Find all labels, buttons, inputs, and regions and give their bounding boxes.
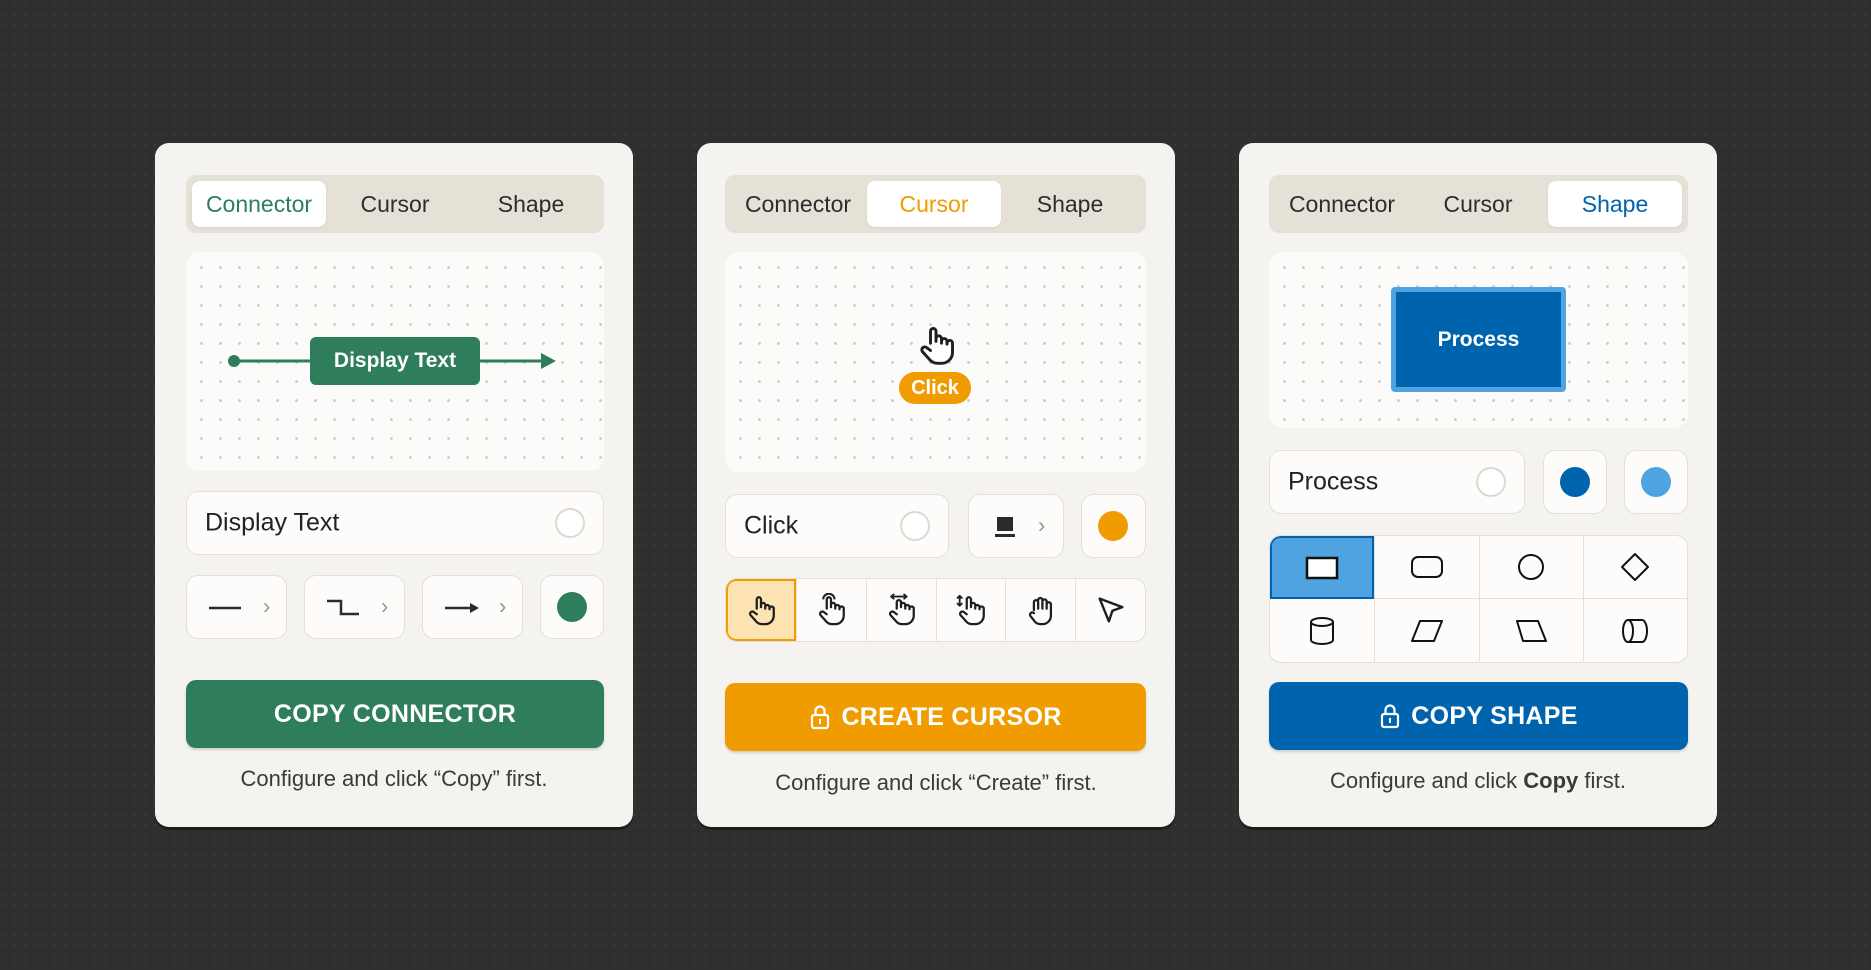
tab-shape[interactable]: Shape <box>1003 181 1137 227</box>
diamond-icon <box>1621 553 1650 581</box>
shape-text-field[interactable]: Process <box>1269 450 1525 514</box>
trapezoid-icon <box>1516 619 1548 642</box>
shape-label-preview: Process <box>1391 287 1566 392</box>
shape-cylinder[interactable] <box>1270 599 1374 662</box>
circle-icon <box>1518 554 1545 580</box>
tooltip-style-icon <box>995 517 1015 537</box>
mode-tabs: Connector Cursor Shape <box>1269 175 1688 233</box>
cursor-preview: Click <box>725 252 1146 472</box>
cursor-text-value: Click <box>744 511 799 540</box>
connector-label-preview: Display Text <box>310 337 480 385</box>
shape-horizontal-cylinder[interactable] <box>1582 599 1687 662</box>
cursor-type-picker <box>725 578 1146 642</box>
cursor-label-preview: Click <box>899 372 971 404</box>
copy-shape-label: COPY SHAPE <box>1411 701 1578 730</box>
horizontal-cylinder-icon <box>1622 618 1649 643</box>
label-style-select[interactable]: › <box>968 494 1064 558</box>
tab-cursor[interactable]: Cursor <box>867 181 1001 227</box>
connector-color-picker[interactable] <box>540 575 604 639</box>
pointer-hand-icon <box>748 596 775 626</box>
cursor-type-arrow[interactable] <box>1075 579 1145 641</box>
tab-connector[interactable]: Connector <box>192 181 326 227</box>
tab-cursor[interactable]: Cursor <box>1411 181 1545 227</box>
cursor-type-grab[interactable] <box>1005 579 1075 641</box>
hint-prefix: Configure and click <box>1330 768 1524 793</box>
swipe-hand-icon <box>889 593 915 626</box>
cursor-type-swipe[interactable] <box>865 579 936 641</box>
create-cursor-button[interactable]: CREATE CURSOR <box>725 683 1146 751</box>
chevron-right-icon: › <box>499 593 507 619</box>
text-color-toggle[interactable] <box>900 511 930 541</box>
shape-diamond[interactable] <box>1582 536 1687 599</box>
shape-type-picker <box>1269 535 1688 663</box>
arrow-cursor-icon <box>1098 597 1124 623</box>
rectangle-icon <box>1305 556 1339 579</box>
hint-suffix: first. <box>1578 768 1626 793</box>
fill-color-picker[interactable] <box>1543 450 1607 514</box>
grab-hand-icon <box>1028 596 1052 626</box>
connector-card: Connector Cursor Shape Display Text Disp… <box>155 143 633 827</box>
lock-icon <box>811 705 830 730</box>
mode-tabs: Connector Cursor Shape <box>186 175 604 233</box>
connector-text-field[interactable]: Display Text <box>186 491 604 555</box>
connector-hint: Configure and click “Copy” first. <box>240 766 548 791</box>
tab-cursor[interactable]: Cursor <box>328 181 462 227</box>
mode-tabs: Connector Cursor Shape <box>725 175 1146 233</box>
border-color-swatch <box>1641 467 1671 497</box>
tab-connector[interactable]: Connector <box>731 181 865 227</box>
cursor-type-pointer[interactable] <box>726 579 796 641</box>
cursor-color-picker[interactable] <box>1081 494 1146 558</box>
parallelogram-icon <box>1410 619 1443 642</box>
chevron-right-icon: › <box>1038 512 1046 538</box>
line-style-arrow[interactable]: › <box>422 575 523 639</box>
cursor-hint: Configure and click “Create” first. <box>775 770 1097 795</box>
color-swatch <box>557 592 587 622</box>
rounded-rectangle-icon <box>1410 556 1443 578</box>
copy-connector-button[interactable]: COPY CONNECTOR <box>186 680 604 748</box>
text-color-toggle[interactable] <box>1476 467 1506 497</box>
shape-trapezoid[interactable] <box>1478 599 1583 662</box>
pointer-hand-icon <box>920 327 954 365</box>
copy-connector-label: COPY CONNECTOR <box>273 699 517 728</box>
shape-hint: Configure and click Copy first. <box>1239 768 1717 794</box>
fill-color-swatch <box>1560 467 1590 497</box>
arrow-line-icon <box>445 603 479 613</box>
chevron-right-icon: › <box>263 593 271 619</box>
lock-icon <box>1381 704 1400 729</box>
hint-bold: Copy <box>1523 768 1579 793</box>
shape-text-value: Process <box>1288 467 1379 496</box>
shape-preview: Process <box>1269 252 1688 428</box>
shape-rectangle[interactable] <box>1270 536 1375 599</box>
cursor-card: Connector Cursor Shape Click Click › CRE… <box>697 143 1175 827</box>
cursor-text-field[interactable]: Click <box>725 494 949 558</box>
copy-shape-button[interactable]: COPY SHAPE <box>1269 682 1688 750</box>
shape-rounded-rectangle[interactable] <box>1374 536 1479 599</box>
tap-hand-icon <box>819 593 846 626</box>
text-color-toggle[interactable] <box>555 508 585 538</box>
elbow-line-icon <box>327 599 359 616</box>
line-style-elbow[interactable]: › <box>304 575 405 639</box>
create-cursor-label: CREATE CURSOR <box>841 702 1062 731</box>
tab-shape[interactable]: Shape <box>464 181 598 227</box>
tab-connector[interactable]: Connector <box>1275 181 1409 227</box>
connector-preview: Display Text <box>186 252 604 471</box>
shape-card: Connector Cursor Shape Process Process C… <box>1239 143 1717 827</box>
cylinder-icon <box>1310 616 1335 645</box>
chevron-right-icon: › <box>381 593 389 619</box>
cursor-type-drag[interactable] <box>935 579 1006 641</box>
color-swatch <box>1098 511 1128 541</box>
shape-circle[interactable] <box>1478 536 1583 599</box>
shape-parallelogram[interactable] <box>1374 599 1478 662</box>
line-style-straight[interactable]: › <box>186 575 287 639</box>
drag-hand-icon <box>956 594 985 626</box>
connector-text-value: Display Text <box>205 508 340 537</box>
border-color-picker[interactable] <box>1624 450 1688 514</box>
straight-line-icon <box>209 606 241 610</box>
tab-shape[interactable]: Shape <box>1548 181 1682 227</box>
cursor-type-tap[interactable] <box>795 579 866 641</box>
